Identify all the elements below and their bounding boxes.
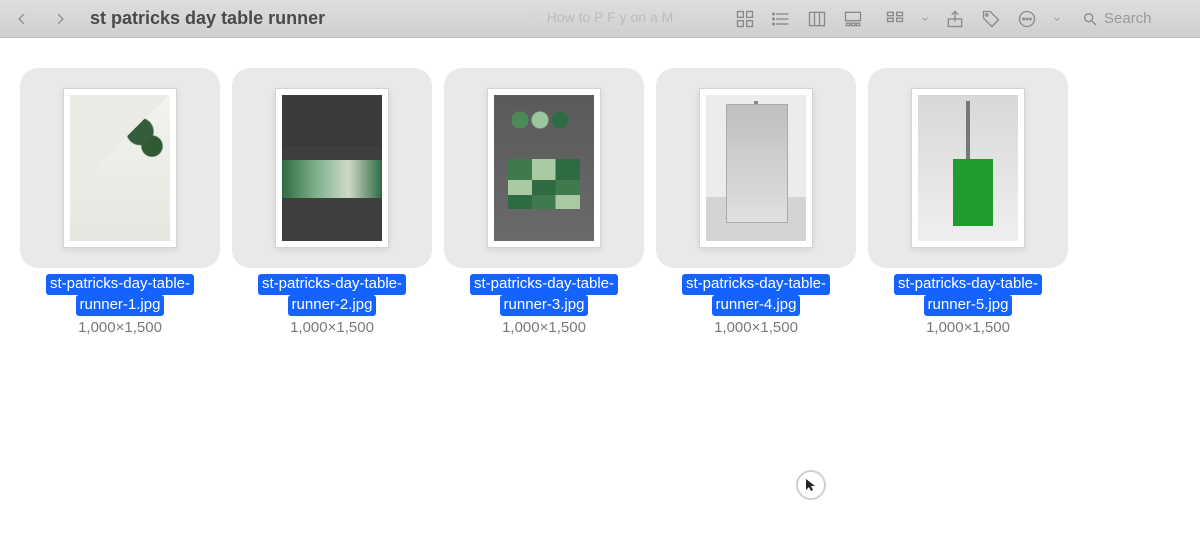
file-item[interactable]: st-patricks-day-table- runner-1.jpg 1,00… bbox=[20, 68, 220, 336]
group-menu-chevron[interactable] bbox=[920, 8, 930, 30]
file-name[interactable]: st-patricks-day-table- runner-4.jpg bbox=[682, 274, 830, 316]
chevron-down-icon bbox=[920, 9, 930, 29]
search-placeholder: Search bbox=[1104, 10, 1152, 27]
view-icon-grid-button[interactable] bbox=[734, 8, 756, 30]
cursor-indicator bbox=[796, 470, 826, 500]
thumbnail[interactable] bbox=[20, 68, 220, 268]
file-name[interactable]: st-patricks-day-table- runner-5.jpg bbox=[894, 274, 1042, 316]
image-preview bbox=[70, 95, 170, 241]
background-window-title: How to P F y on a M bbox=[527, 8, 674, 25]
ellipsis-circle-icon bbox=[1017, 9, 1037, 29]
search-field[interactable]: Search bbox=[1076, 8, 1186, 29]
back-button[interactable] bbox=[8, 6, 36, 32]
view-list-button[interactable] bbox=[770, 8, 792, 30]
group-icon bbox=[885, 9, 905, 29]
list-icon bbox=[771, 9, 791, 29]
grid-icon bbox=[735, 9, 755, 29]
columns-icon bbox=[807, 9, 827, 29]
thumbnail[interactable] bbox=[232, 68, 432, 268]
view-columns-button[interactable] bbox=[806, 8, 828, 30]
file-grid[interactable]: st-patricks-day-table- runner-1.jpg 1,00… bbox=[0, 38, 1200, 336]
more-menu-chevron[interactable] bbox=[1052, 8, 1062, 30]
gallery-icon bbox=[843, 9, 863, 29]
tag-icon bbox=[981, 9, 1001, 29]
chevron-left-icon bbox=[15, 12, 29, 26]
chevron-down-icon bbox=[1052, 9, 1062, 29]
image-preview bbox=[494, 95, 594, 241]
image-preview bbox=[918, 95, 1018, 241]
file-dimensions: 1,000×1,500 bbox=[926, 319, 1010, 336]
file-item[interactable]: st-patricks-day-table- runner-4.jpg 1,00… bbox=[656, 68, 856, 336]
thumbnail[interactable] bbox=[444, 68, 644, 268]
file-name[interactable]: st-patricks-day-table- runner-3.jpg bbox=[470, 274, 618, 316]
thumbnail[interactable] bbox=[868, 68, 1068, 268]
toolbar-actions: Search bbox=[734, 8, 1186, 30]
file-dimensions: 1,000×1,500 bbox=[714, 319, 798, 336]
toolbar: st patricks day table runner How to P F … bbox=[0, 0, 1200, 38]
chevron-right-icon bbox=[53, 12, 67, 26]
file-item[interactable]: st-patricks-day-table- runner-3.jpg 1,00… bbox=[444, 68, 644, 336]
forward-button[interactable] bbox=[46, 6, 74, 32]
file-name[interactable]: st-patricks-day-table- runner-1.jpg bbox=[46, 274, 194, 316]
group-menu[interactable] bbox=[884, 8, 906, 30]
view-gallery-button[interactable] bbox=[842, 8, 864, 30]
image-preview bbox=[282, 95, 382, 241]
file-item[interactable]: st-patricks-day-table- runner-2.jpg 1,00… bbox=[232, 68, 432, 336]
file-dimensions: 1,000×1,500 bbox=[502, 319, 586, 336]
background-window-title-text: How to P F y on a M bbox=[547, 9, 674, 25]
tags-button[interactable] bbox=[980, 8, 1002, 30]
more-menu[interactable] bbox=[1016, 8, 1038, 30]
folder-title: st patricks day table runner bbox=[90, 8, 325, 29]
file-dimensions: 1,000×1,500 bbox=[290, 319, 374, 336]
file-item[interactable]: st-patricks-day-table- runner-5.jpg 1,00… bbox=[868, 68, 1068, 336]
image-preview bbox=[706, 95, 806, 241]
document-icon bbox=[527, 8, 541, 25]
share-button[interactable] bbox=[944, 8, 966, 30]
file-dimensions: 1,000×1,500 bbox=[78, 319, 162, 336]
cursor-icon bbox=[805, 478, 817, 492]
file-name[interactable]: st-patricks-day-table- runner-2.jpg bbox=[258, 274, 406, 316]
search-icon bbox=[1082, 11, 1098, 27]
share-icon bbox=[945, 9, 965, 29]
thumbnail[interactable] bbox=[656, 68, 856, 268]
